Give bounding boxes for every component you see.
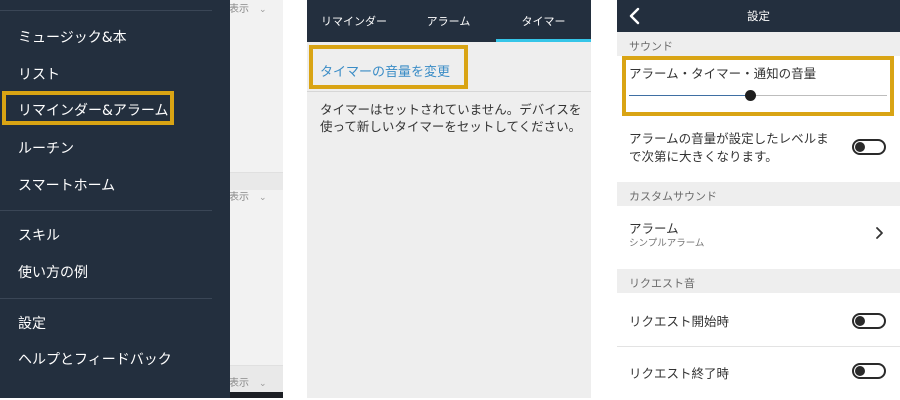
background-bar (229, 392, 283, 398)
section-header-request-sound: リクエスト音 (617, 269, 900, 293)
toggle-knob (855, 316, 865, 326)
section-header-custom-sound: カスタムサウンド (617, 182, 900, 206)
ascending-alarm-label-line2: で次第に大きくなります。 (629, 149, 778, 164)
request-end-label: リクエスト終了時 (629, 366, 730, 381)
no-timers-message: タイマーはセットされていません。デバイスを使って新しいタイマーをセットしてくださ… (320, 102, 582, 134)
background-card (229, 190, 283, 366)
change-timer-volume-link[interactable]: タイマーの音量を変更 (320, 61, 450, 80)
request-start-label: リクエスト開始時 (629, 314, 730, 329)
alarm-sound-value: シンプルアラーム (629, 238, 705, 249)
background-show-link: 表示 ⌄ (229, 378, 267, 389)
header-bar: 設定 (617, 0, 900, 32)
ascending-alarm-toggle[interactable] (852, 139, 886, 155)
volume-slider-thumb[interactable] (744, 90, 756, 101)
menu-divider (0, 10, 212, 11)
settings-screen: 設定 サウンド アラーム・タイマー・通知の音量 アラームの音量が設定したレベルま… (617, 0, 900, 398)
navigation-menu-screen: 表示 ⌄ 表示 ⌄ 表示 ⌄ ミュージック&本 リスト リマインダー&アラーム ルーチ… (0, 0, 283, 398)
side-drawer: ミュージック&本 リスト リマインダー&アラーム ルーチン スマートホーム スキ… (0, 0, 230, 398)
chevron-down-icon: ⌄ (259, 193, 267, 203)
tab-bar: リマインダー アラーム タイマー (307, 0, 591, 42)
menu-item-lists[interactable]: リスト (18, 64, 60, 84)
chevron-down-icon: ⌄ (259, 379, 267, 389)
toggle-knob (855, 366, 865, 376)
menu-item-skills[interactable]: スキル (18, 225, 60, 245)
tab-timers[interactable]: タイマー (496, 13, 591, 29)
section-header-sound: サウンド (617, 32, 900, 56)
menu-item-routines[interactable]: ルーチン (18, 138, 74, 158)
menu-item-smart-home[interactable]: スマートホーム (18, 175, 115, 195)
background-show-link: 表示 ⌄ (229, 192, 267, 203)
page-title: 設定 (747, 9, 770, 23)
menu-item-settings[interactable]: 設定 (18, 313, 46, 333)
menu-item-reminders-alarms[interactable]: リマインダー&アラーム (18, 100, 169, 120)
request-start-toggle[interactable] (852, 313, 886, 329)
menu-item-music-books[interactable]: ミュージック&本 (18, 27, 127, 47)
tab-reminders[interactable]: リマインダー (307, 13, 401, 29)
background-show-link: 表示 ⌄ (229, 4, 267, 15)
toggle-knob (855, 142, 865, 152)
request-end-toggle[interactable] (852, 363, 886, 379)
timer-screen: リマインダー アラーム タイマー タイマーの音量を変更 タイマーはセットされてい… (307, 0, 591, 398)
chevron-right-icon[interactable] (874, 226, 884, 240)
menu-item-examples[interactable]: 使い方の例 (18, 262, 88, 282)
volume-label: アラーム・タイマー・通知の音量 (629, 66, 817, 81)
divider (617, 346, 900, 347)
volume-slider-fill (629, 95, 751, 96)
divider (307, 91, 591, 92)
menu-item-help-feedback[interactable]: ヘルプとフィードバック (18, 349, 172, 369)
ascending-alarm-label-line1: アラームの音量が設定したレベルま (629, 131, 829, 146)
background-card (229, 0, 283, 173)
tab-alarms[interactable]: アラーム (401, 13, 496, 29)
chevron-down-icon: ⌄ (259, 5, 267, 15)
menu-divider (0, 210, 212, 211)
menu-divider (0, 298, 212, 299)
volume-slider-track[interactable] (750, 95, 887, 96)
active-tab-indicator (496, 39, 591, 42)
